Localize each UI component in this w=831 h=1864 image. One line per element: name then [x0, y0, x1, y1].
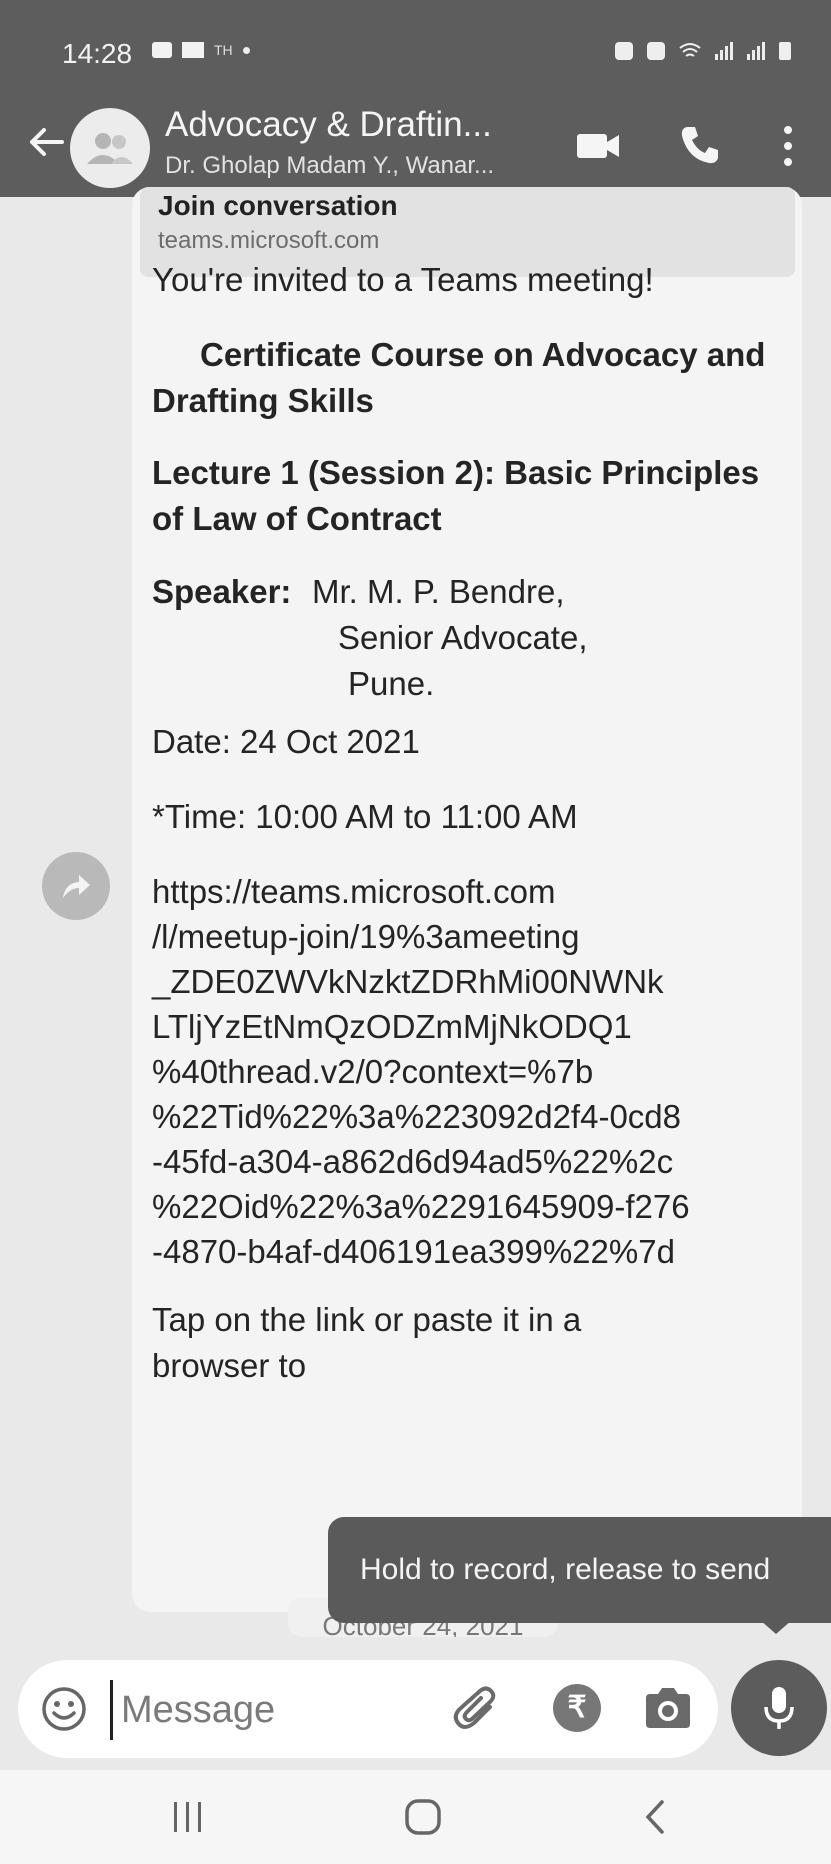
- notification-icons: TH: [152, 42, 250, 58]
- message-footer: Tap on the link or paste it in a browser…: [152, 1301, 582, 1384]
- rupee-icon[interactable]: ₹: [553, 1684, 601, 1732]
- meeting-link-line[interactable]: LTljYzEtNmQzODZmMjNkODQ1: [152, 1004, 792, 1050]
- phone-icon[interactable]: [678, 123, 722, 167]
- mic-icon: [764, 1687, 794, 1729]
- forward-icon: [63, 875, 90, 898]
- meeting-link-line[interactable]: %22Tid%22%3a%223092d2f4-0cd8: [152, 1094, 792, 1140]
- meeting-link-line[interactable]: %40thread.v2/0?context=%7b: [152, 1049, 792, 1095]
- meeting-link-line[interactable]: -4870-b4af-d406191ea399%22%7d: [152, 1229, 792, 1275]
- meeting-link-line[interactable]: -45fd-a304-a862d6d94ad5%22%2c: [152, 1139, 792, 1185]
- battery-icon: [779, 42, 791, 60]
- record-tooltip: Hold to record, release to send: [328, 1517, 831, 1623]
- status-extra-label: TH: [214, 42, 233, 58]
- more-notifications-dot: [242, 46, 250, 54]
- meeting-time: *Time: 10:00 AM to 11:00 AM: [152, 798, 578, 835]
- lock-icon: [615, 42, 633, 60]
- lecture-title: Lecture 1 (Session 2): Basic Principles …: [152, 454, 760, 537]
- more-vert-icon[interactable]: [778, 122, 798, 170]
- recent-apps-icon[interactable]: [170, 1800, 206, 1834]
- mic-button[interactable]: [731, 1660, 827, 1756]
- meeting-date: Date: 24 Oct 2021: [152, 723, 420, 760]
- emoji-icon[interactable]: [40, 1685, 88, 1733]
- chat-title[interactable]: Advocacy & Draftin...: [165, 105, 492, 145]
- paperclip-icon[interactable]: [450, 1683, 502, 1735]
- speaker-city: Pune.: [348, 665, 435, 702]
- nav-back-icon[interactable]: [640, 1798, 668, 1836]
- status-time: 14:28: [62, 38, 133, 69]
- meeting-link-line[interactable]: https://teams.microsoft.com: [152, 869, 792, 915]
- speaker-role: Senior Advocate,: [338, 619, 588, 656]
- app-notification-icon: [182, 42, 204, 58]
- signal-2-icon: [747, 42, 765, 60]
- message-input[interactable]: [110, 1680, 463, 1740]
- message-intro: You're invited to a Teams meeting!: [152, 261, 654, 298]
- camera-icon[interactable]: [642, 1684, 694, 1734]
- link-preview-title: Join conversation: [158, 190, 398, 221]
- group-avatar-icon: [87, 133, 133, 164]
- message-notification-icon: [152, 42, 172, 58]
- speaker-label: Speaker:: [152, 573, 292, 610]
- meeting-link-line[interactable]: /l/meetup-join/19%3ameeting: [152, 914, 792, 960]
- system-nav-bar: [0, 1770, 831, 1864]
- group-avatar[interactable]: [70, 108, 150, 188]
- alarm-icon: [647, 42, 665, 60]
- chat-header: Advocacy & Draftin... Dr. Gholap Madam Y…: [0, 100, 831, 197]
- meeting-link-line[interactable]: _ZDE0ZWVkNzktZDRhMi00NWNk: [152, 959, 792, 1005]
- forward-button[interactable]: [42, 852, 110, 920]
- signal-icon: [715, 42, 733, 60]
- wifi-icon: [679, 43, 701, 57]
- meeting-link-line[interactable]: %22Oid%22%3a%2291645909-f276: [152, 1184, 792, 1230]
- system-icons: [615, 42, 791, 60]
- course-title: Certificate Course on Advocacy and Draft…: [152, 336, 766, 419]
- home-icon[interactable]: [404, 1798, 442, 1836]
- link-preview-domain: teams.microsoft.com: [158, 227, 380, 254]
- message-composer: ₹: [18, 1660, 718, 1758]
- status-bar: 14:28 TH: [0, 0, 831, 100]
- video-call-icon[interactable]: [575, 128, 621, 164]
- back-arrow-icon[interactable]: [26, 122, 66, 162]
- chat-participants[interactable]: Dr. Gholap Madam Y., Wanar...: [165, 152, 494, 180]
- tooltip-pointer: [760, 1620, 792, 1634]
- speaker-name: Mr. M. P. Bendre,: [312, 573, 565, 610]
- chat-area[interactable]: Join conversation teams.microsoft.com Yo…: [0, 187, 831, 1660]
